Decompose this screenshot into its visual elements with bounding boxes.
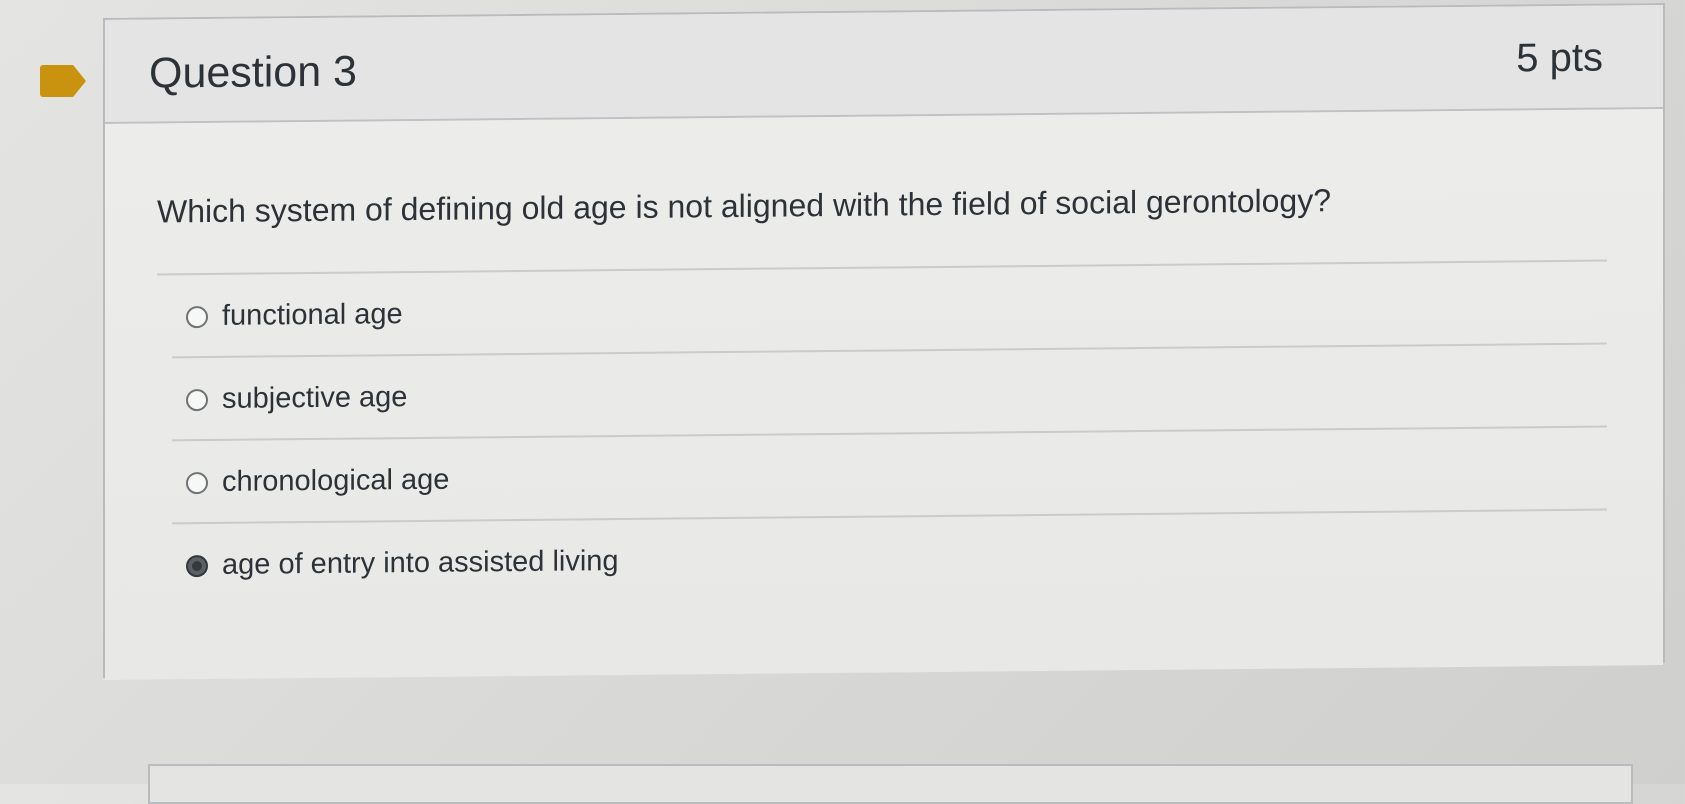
answer-option[interactable]: subjective age — [172, 344, 1607, 442]
question-text: Which system of defining old age is not … — [157, 182, 1332, 230]
answer-list: functional age subjective age chronologi… — [172, 261, 1607, 608]
radio-button-icon[interactable] — [186, 388, 208, 412]
next-question-card — [148, 764, 1633, 804]
answer-option[interactable]: age of entry into assisted living — [172, 511, 1607, 608]
radio-button-icon[interactable] — [186, 471, 208, 495]
question-points: 5 pts — [1516, 35, 1603, 81]
question-body: Which system of defining old age is not … — [105, 109, 1663, 680]
answer-label[interactable]: chronological age — [222, 464, 449, 499]
answer-option[interactable]: chronological age — [172, 427, 1607, 525]
radio-button-selected-icon[interactable] — [186, 554, 208, 578]
answer-label[interactable]: functional age — [222, 298, 403, 333]
answer-option[interactable]: functional age — [172, 261, 1607, 359]
radio-button-icon[interactable] — [186, 305, 208, 329]
question-card: Question 3 5 pts Which system of definin… — [103, 3, 1665, 680]
answer-label[interactable]: age of entry into assisted living — [222, 545, 619, 582]
bookmark-flag-icon[interactable] — [40, 65, 86, 97]
answer-label[interactable]: subjective age — [222, 381, 407, 416]
question-title: Question 3 — [149, 47, 357, 98]
question-header: Question 3 5 pts — [105, 5, 1663, 124]
